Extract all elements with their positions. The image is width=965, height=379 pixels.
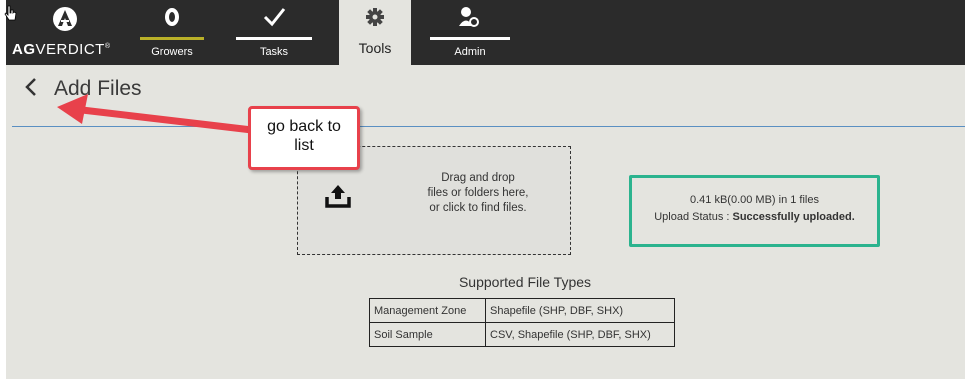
supported-types-title: Supported File Types (458, 274, 592, 290)
page-title: Add Files (54, 77, 142, 100)
dropzone-instructions: Drag and drop files or folders here, or … (427, 172, 529, 214)
checkmark-icon (263, 8, 286, 27)
tab-tools[interactable]: Tools (339, 0, 411, 65)
grower-icon (165, 8, 179, 26)
file-formats-cell: CSV, Shapefile (SHP, DBF, SHX) (485, 322, 675, 347)
upload-size-text: 0.41 kB(0.00 MB) in 1 files (689, 194, 819, 206)
tab-label: Growers (151, 46, 193, 58)
chevron-left-icon[interactable] (24, 76, 38, 104)
tab-indicator (140, 37, 204, 40)
file-formats-cell: Shapefile (SHP, DBF, SHX) (485, 298, 675, 323)
brand-name: AGVERDICT® (12, 41, 111, 58)
upload-status-text: Upload Status : Successfully uploaded. (654, 211, 855, 223)
agverdict-logo[interactable]: AGVERDICT® (6, 4, 134, 62)
tab-indicator (430, 37, 510, 40)
tab-tasks[interactable]: Tasks (236, 0, 312, 65)
tab-label: Tasks (259, 46, 289, 58)
top-nav: AGVERDICT® Growers Tasks Tools Admin (6, 0, 965, 65)
admin-user-icon (459, 7, 479, 27)
upload-status-box: 0.41 kB(0.00 MB) in 1 files Upload Statu… (629, 175, 880, 247)
tab-admin[interactable]: Admin (430, 0, 510, 65)
upload-icon (325, 185, 351, 208)
file-type-cell: Soil Sample (369, 322, 486, 347)
tab-label: Admin (454, 46, 486, 58)
annotation-callout: go back to list (248, 106, 360, 170)
file-type-cell: Management Zone (369, 298, 486, 323)
supported-types-table: Management Zone Shapefile (SHP, DBF, SHX… (369, 298, 675, 347)
mouse-cursor-icon (4, 5, 17, 21)
tab-label: Tools (358, 40, 392, 56)
tab-growers[interactable]: Growers (140, 0, 204, 65)
logo-mark-icon (53, 7, 77, 31)
header-divider (12, 126, 965, 127)
table-row: Management Zone Shapefile (SHP, DBF, SHX… (369, 298, 675, 323)
tab-indicator (236, 37, 312, 40)
gear-icon (366, 8, 384, 26)
table-row: Soil Sample CSV, Shapefile (SHP, DBF, SH… (369, 322, 675, 347)
